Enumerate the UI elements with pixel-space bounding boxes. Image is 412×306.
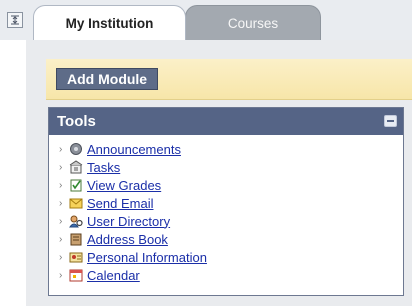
list-item: › Calendar: [59, 266, 403, 284]
announcements-link[interactable]: Announcements: [87, 142, 181, 157]
tasks-link[interactable]: Tasks: [87, 160, 120, 175]
minimize-icon: [387, 120, 394, 122]
list-item: › User Directory: [59, 212, 403, 230]
tools-module-header: Tools: [49, 108, 403, 135]
tab-bar: My Institution Courses: [0, 0, 412, 40]
expand-toggle-button[interactable]: [7, 12, 23, 28]
view-grades-link[interactable]: View Grades: [87, 178, 161, 193]
list-item: › Address Book: [59, 230, 403, 248]
view-grades-icon: [70, 179, 82, 192]
chevron-right-icon: ›: [59, 233, 63, 245]
chevron-right-icon: ›: [59, 215, 63, 227]
calendar-link[interactable]: Calendar: [87, 268, 140, 283]
tools-list: › Announcements › Tasks › View Grades › …: [49, 135, 403, 284]
calendar-icon: [69, 269, 83, 282]
tab-my-institution-label: My Institution: [65, 15, 154, 31]
chevron-right-icon: ›: [59, 197, 63, 209]
list-item: › View Grades: [59, 176, 403, 194]
chevron-right-icon: ›: [59, 269, 63, 281]
expand-collapse-icon: [11, 15, 19, 25]
chevron-right-icon: ›: [59, 161, 63, 173]
tab-my-institution[interactable]: My Institution: [33, 5, 186, 40]
tab-courses[interactable]: Courses: [185, 5, 321, 40]
personal-info-icon: [69, 252, 83, 263]
tasks-icon: [69, 160, 83, 174]
list-item: › Tasks: [59, 158, 403, 176]
address-book-link[interactable]: Address Book: [87, 232, 168, 247]
tools-module: Tools › Announcements › Tasks › View Gra…: [48, 107, 404, 296]
add-module-label: Add Module: [67, 71, 148, 87]
tab-courses-label: Courses: [227, 15, 279, 31]
chevron-right-icon: ›: [59, 143, 63, 155]
tools-module-title: Tools: [57, 113, 96, 130]
action-bar: Add Module: [46, 59, 412, 100]
chevron-right-icon: ›: [59, 179, 63, 191]
user-directory-icon: [69, 215, 83, 228]
send-email-link[interactable]: Send Email: [87, 196, 153, 211]
minimize-module-button[interactable]: [384, 115, 397, 127]
list-item: › Personal Information: [59, 248, 403, 266]
announcements-icon: [70, 143, 82, 155]
content-frame: Add Module Tools › Announcements › Tasks…: [26, 40, 412, 306]
address-book-icon: [70, 233, 82, 246]
user-directory-link[interactable]: User Directory: [87, 214, 170, 229]
email-icon: [69, 198, 83, 209]
list-item: › Announcements: [59, 140, 403, 158]
list-item: › Send Email: [59, 194, 403, 212]
add-module-button[interactable]: Add Module: [56, 68, 159, 90]
personal-information-link[interactable]: Personal Information: [87, 250, 207, 265]
chevron-right-icon: ›: [59, 251, 63, 263]
